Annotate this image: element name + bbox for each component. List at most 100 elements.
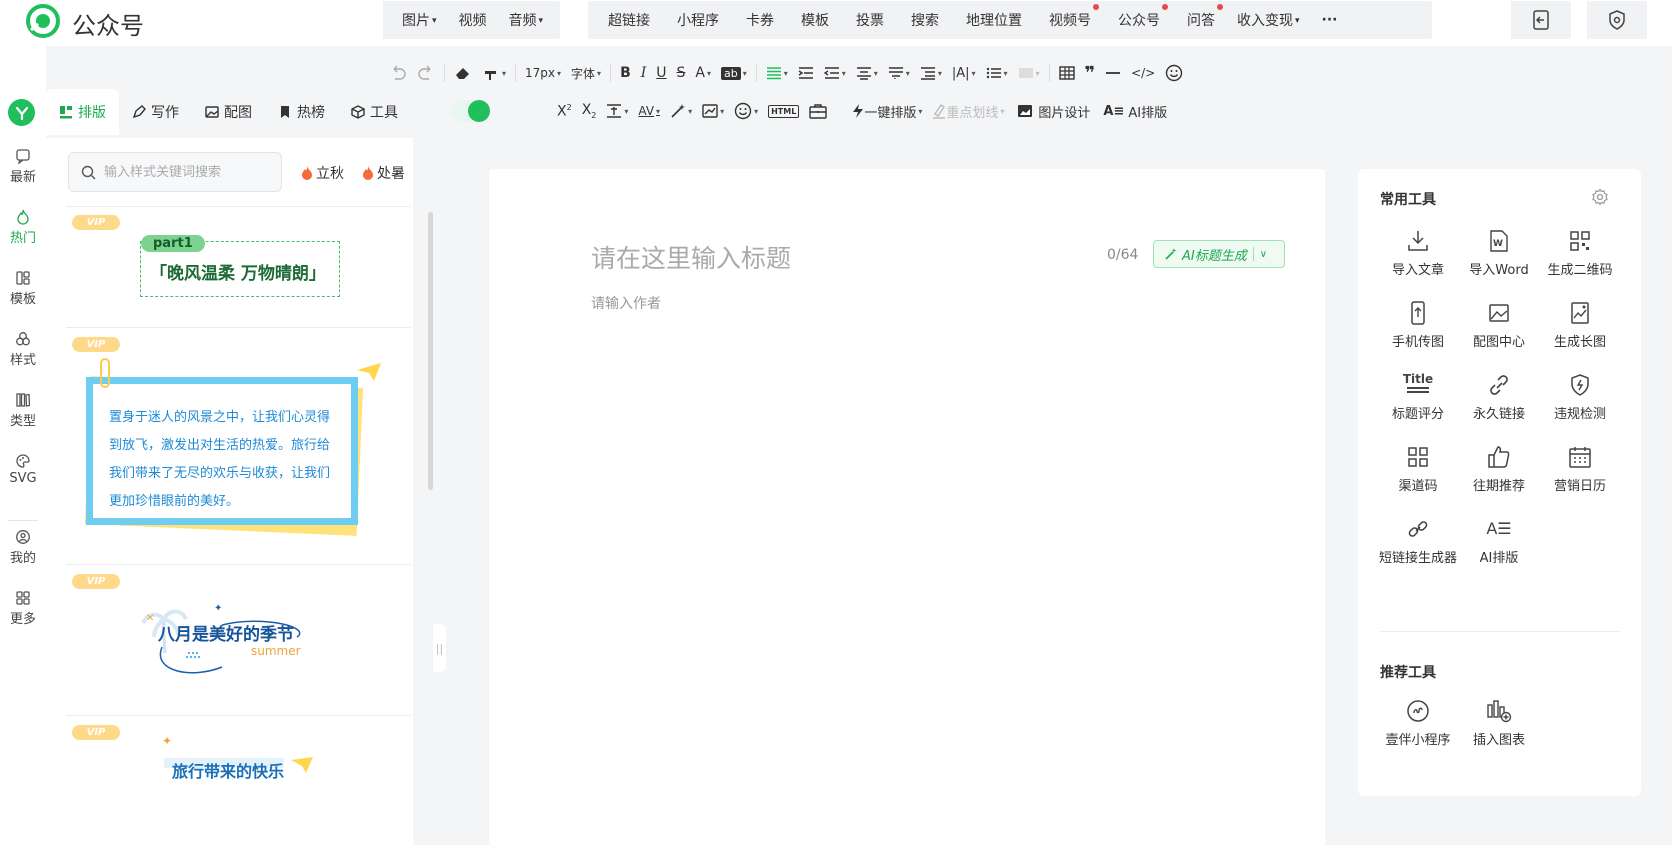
list-indent-button[interactable]: ▾	[920, 66, 942, 80]
menu-search[interactable]: 搜索	[900, 10, 950, 30]
one-key-layout-button[interactable]: 一键排版 ▾	[852, 102, 922, 121]
nav-hot[interactable]: 热门	[0, 209, 46, 246]
bold-button[interactable]: B	[620, 65, 631, 81]
tool-mini-program[interactable]: 壹伴小程序	[1373, 699, 1463, 748]
undo-button[interactable]	[389, 65, 407, 81]
tool-ai-layout[interactable]: A☰ AI排版	[1454, 517, 1544, 566]
template-card[interactable]: VIP ✦ 旅行带来的快乐	[66, 716, 411, 845]
nav-svg[interactable]: SVG	[0, 453, 46, 486]
code-button[interactable]: </>	[1131, 66, 1155, 80]
brand-icon[interactable]	[8, 99, 35, 126]
highlight-line-button[interactable]: 重点划线 ▾	[932, 102, 1004, 121]
bg-color-button[interactable]: ab ▾	[721, 66, 747, 80]
tab-images[interactable]: 配图	[192, 89, 265, 135]
tool-title-score[interactable]: Title 标题评分	[1373, 373, 1463, 422]
font-color-button[interactable]: A ▾	[695, 65, 711, 81]
panel-scrollbar[interactable]	[428, 212, 433, 490]
tab-hotlist[interactable]: 热榜	[265, 89, 338, 135]
menu-image[interactable]: 图片 ▾	[391, 10, 448, 30]
menu-mini-program[interactable]: 小程序	[666, 10, 730, 30]
menu-location[interactable]: 地理位置	[955, 10, 1033, 30]
menu-income[interactable]: 收入变现 ▾	[1226, 10, 1311, 30]
menu-audio[interactable]: 音频 ▾	[498, 10, 555, 30]
eraser-button[interactable]	[454, 65, 472, 81]
divider-button[interactable]	[1105, 66, 1121, 80]
italic-button[interactable]: I	[641, 65, 647, 81]
sticker-button[interactable]: ▾	[734, 102, 758, 120]
hot-tag[interactable]: 立秋	[300, 163, 344, 183]
vertical-spacing-button[interactable]: ▾	[606, 104, 628, 118]
tool-insert-chart[interactable]: 插入图表	[1454, 699, 1544, 748]
redo-button[interactable]	[417, 65, 435, 81]
paragraph-spacing-button[interactable]: ▾	[856, 66, 878, 80]
tab-layout[interactable]: 排版	[46, 89, 119, 135]
letter-spacing-button[interactable]: |A| ▾	[952, 66, 976, 81]
ai-title-button[interactable]: AI标题生成 ∨	[1153, 240, 1285, 268]
author-input[interactable]: 请输入作者	[591, 293, 661, 313]
strikethrough-button[interactable]: S	[677, 65, 686, 81]
toolbox-button[interactable]	[809, 103, 828, 119]
font-size-select[interactable]: 17px ▾	[525, 66, 561, 80]
tool-import-word[interactable]: W 导入Word	[1454, 229, 1544, 278]
collapse-handle[interactable]: ||	[433, 624, 446, 672]
nav-mine[interactable]: 我的	[0, 529, 46, 566]
tool-picture-center[interactable]: 配图中心	[1454, 301, 1544, 350]
hot-tag[interactable]: 处暑	[361, 163, 405, 183]
html-button[interactable]: HTML	[768, 104, 800, 118]
nav-style[interactable]: 样式	[0, 331, 46, 368]
menu-hyperlink[interactable]: 超链接	[597, 10, 661, 30]
image-design-button[interactable]: 图片设计	[1017, 102, 1090, 121]
tab-tools[interactable]: 工具	[338, 89, 411, 135]
exit-button[interactable]	[1511, 1, 1571, 39]
tool-short-link[interactable]: 短链接生成器	[1373, 517, 1463, 566]
underline-button[interactable]: U	[656, 65, 666, 81]
menu-vote[interactable]: 投票	[845, 10, 895, 30]
tool-channel-code[interactable]: 渠道码	[1373, 445, 1463, 494]
nav-type[interactable]: 类型	[0, 392, 46, 429]
image-tool-button[interactable]: ▾	[702, 104, 724, 118]
security-button[interactable]	[1587, 1, 1647, 39]
menu-channels[interactable]: 视频号	[1038, 4, 1102, 30]
tool-phone-upload[interactable]: 手机传图	[1373, 301, 1463, 350]
menu-more[interactable]: ···	[1311, 12, 1349, 28]
table-button[interactable]	[1058, 66, 1075, 80]
tool-qrcode[interactable]: 生成二维码	[1535, 229, 1625, 278]
template-card[interactable]: VIP part1 「晚风温柔 万物晴朗」	[66, 207, 411, 327]
subscript-button[interactable]: X2	[582, 102, 597, 120]
format-painter-button[interactable]: ▾	[482, 65, 506, 81]
tool-marketing-calendar[interactable]: 营销日历	[1535, 445, 1625, 494]
tool-violation-check[interactable]: 违规检测	[1535, 373, 1625, 422]
font-family-select[interactable]: 字体 ▾	[571, 65, 601, 82]
tool-long-image[interactable]: 生成长图	[1535, 301, 1625, 350]
tool-import-article[interactable]: 导入文章	[1373, 229, 1463, 278]
ai-layout-button[interactable]: A≡ AI排版	[1103, 102, 1167, 121]
search-input[interactable]	[104, 164, 274, 180]
tab-writing[interactable]: 写作	[119, 89, 192, 135]
tool-permanent-link[interactable]: 永久链接	[1454, 373, 1544, 422]
editor-canvas[interactable]: 请在这里输入标题 0/64 AI标题生成 ∨ 请输入作者	[489, 169, 1325, 845]
indent-button[interactable]	[798, 66, 814, 80]
outdent-button[interactable]: ▾	[823, 66, 846, 80]
nav-more[interactable]: 更多	[0, 590, 46, 627]
template-card[interactable]: VIP ✕ ✦ 八月是美好的季节 summer	[66, 565, 411, 715]
bullet-list-button[interactable]: ▾	[986, 66, 1008, 80]
gear-icon[interactable]	[1591, 188, 1609, 206]
line-height-button[interactable]: ▾	[888, 66, 910, 80]
emoji-button[interactable]	[1165, 64, 1183, 82]
menu-qa[interactable]: 问答	[1176, 4, 1226, 30]
block-style-button[interactable]: ▾	[1018, 66, 1040, 80]
menu-video[interactable]: 视频	[448, 10, 498, 30]
preview-toggle[interactable]	[452, 100, 490, 122]
menu-template[interactable]: 模板	[790, 10, 840, 30]
nav-latest[interactable]: 最新	[0, 148, 46, 185]
superscript-button[interactable]: X2	[557, 103, 572, 120]
chevron-down-icon[interactable]: ∨	[1260, 249, 1267, 260]
quote-button[interactable]: ❞	[1085, 63, 1096, 84]
char-spacing-button[interactable]: AV ▾	[638, 104, 660, 118]
menu-official-account[interactable]: 公众号	[1107, 4, 1171, 30]
magic-button[interactable]: ▾	[670, 103, 692, 119]
template-card[interactable]: VIP 置身于迷人的风景之中，让我们心灵得到放飞，激发出对生活的热爱。旅行给我们…	[66, 328, 411, 564]
title-input[interactable]: 请在这里输入标题	[591, 239, 791, 275]
align-button[interactable]: ▾	[766, 66, 788, 80]
nav-template[interactable]: 模板	[0, 270, 46, 307]
